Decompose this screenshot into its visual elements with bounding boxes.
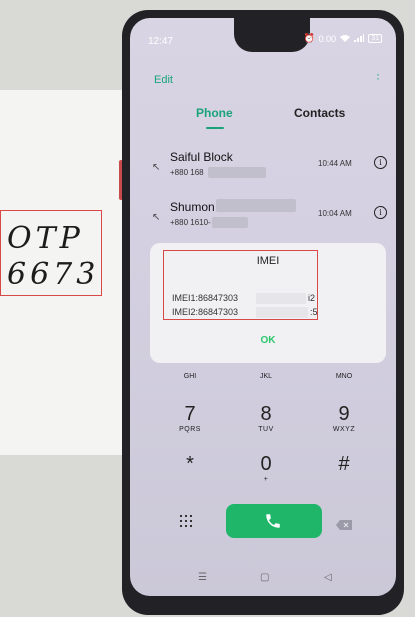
status-time: 12:47: [148, 36, 174, 47]
tab-indicator: [206, 127, 224, 129]
wifi-icon: [340, 34, 351, 44]
more-options-icon[interactable]: · ·: [374, 68, 382, 84]
edit-button[interactable]: Edit: [154, 74, 173, 86]
call-time: 10:04 AM: [318, 209, 352, 218]
ok-button[interactable]: OK: [150, 335, 386, 346]
backspace-icon[interactable]: [336, 517, 352, 535]
battery-indicator: 31: [368, 34, 382, 43]
menu-icon[interactable]: ☰: [198, 572, 207, 583]
call-time: 10:44 AM: [318, 159, 352, 168]
key-star[interactable]: *: [160, 454, 220, 476]
key-7[interactable]: 7 PQRS: [160, 404, 220, 433]
tab-phone[interactable]: Phone: [196, 106, 233, 120]
signal-icon: [354, 33, 365, 44]
redacted-area: [216, 199, 296, 212]
key-4-letters[interactable]: GHI: [160, 373, 220, 380]
recent-call-row[interactable]: ↖ Saiful Block +880 168 10:44 AM i: [130, 146, 396, 190]
net-speed: 0.00: [318, 33, 337, 44]
key-5-letters[interactable]: JKL: [236, 373, 296, 380]
redacted-area: [212, 217, 248, 228]
otp-code: 6673: [7, 257, 100, 292]
contact-name: Shumon: [170, 200, 215, 214]
incoming-call-icon: ↖: [152, 212, 161, 223]
recent-call-row[interactable]: ↖ Shumon +880 1610- 10:04 AM i: [130, 196, 396, 240]
otp-highlight-box: OTP 6673: [0, 210, 102, 296]
call-button[interactable]: [226, 504, 322, 538]
navigation-bar: ☰ ▢ ◁: [130, 568, 396, 592]
phone-icon: [266, 514, 280, 528]
camera-notch: [234, 18, 310, 52]
contact-name: Saiful Block: [170, 150, 233, 164]
home-icon[interactable]: ▢: [260, 572, 269, 583]
key-0[interactable]: 0 +: [236, 454, 296, 483]
contact-number: +880 1610-: [170, 218, 211, 227]
info-icon[interactable]: i: [374, 206, 387, 219]
contact-number: +880 168: [170, 168, 204, 177]
key-9[interactable]: 9 WXYZ: [314, 404, 374, 433]
tab-contacts[interactable]: Contacts: [294, 106, 345, 120]
redacted-area: [208, 167, 266, 178]
key-6-letters[interactable]: MNO: [314, 373, 374, 380]
key-8[interactable]: 8 TUV: [236, 404, 296, 433]
alarm-icon: ⏰: [303, 33, 315, 43]
status-icons: ⏰ 0.00 31: [303, 33, 382, 44]
key-hash[interactable]: #: [314, 454, 374, 476]
incoming-call-icon: ↖: [152, 162, 161, 173]
back-icon[interactable]: ◁: [324, 572, 332, 583]
info-icon[interactable]: i: [374, 156, 387, 169]
otp-label: OTP: [7, 221, 84, 256]
dialpad-icon[interactable]: [180, 514, 192, 532]
imei-highlight-box: [163, 250, 318, 320]
